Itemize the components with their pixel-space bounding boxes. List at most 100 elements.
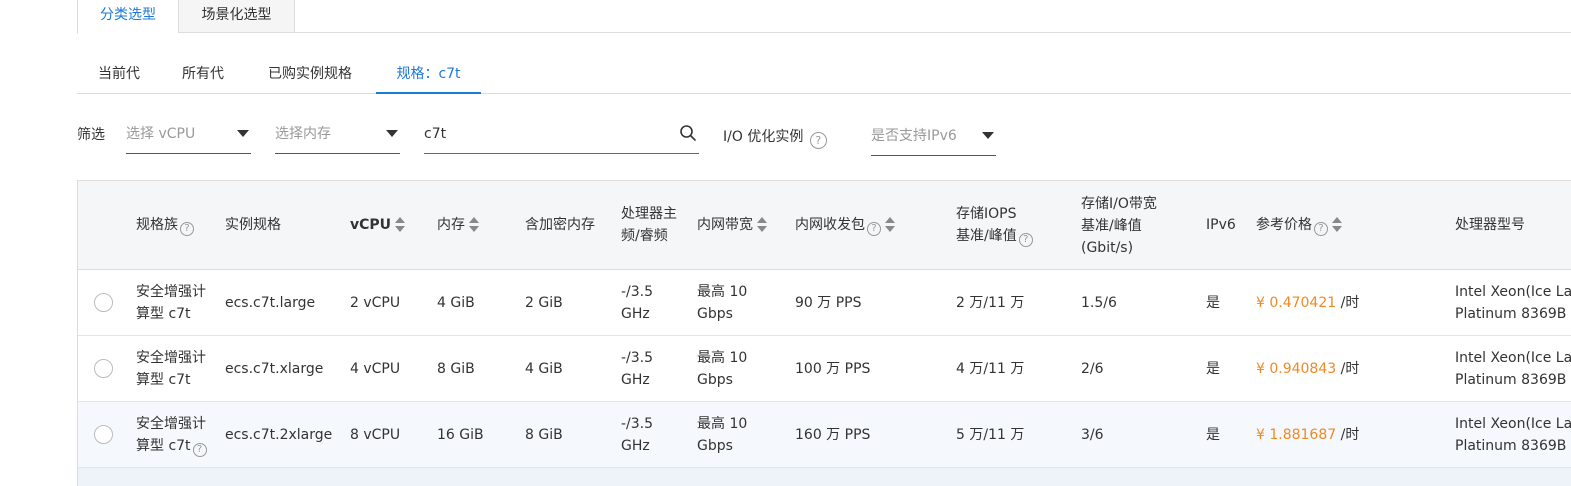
top-tab-bar: 分类选型 场景化选型: [77, 0, 1571, 34]
header-memory[interactable]: 内存: [437, 214, 479, 236]
cell-price: ¥ 0.940843 /时: [1256, 358, 1359, 380]
cell-frequency: -/3.5 GHz: [621, 281, 653, 325]
memory-select[interactable]: 选择内存: [275, 122, 400, 154]
cell-iops: 4 万/11 万: [956, 361, 1025, 377]
header-pps[interactable]: 内网收发包?: [795, 214, 895, 236]
cell-family-l1: 安全增强计: [136, 350, 206, 366]
cell-ipv6: 是: [1206, 427, 1220, 443]
cell-io-bandwidth: 3/6: [1081, 427, 1104, 443]
cell-family: 安全增强计 算型 c7t: [136, 281, 206, 325]
io-optimized-filter[interactable]: I/O 优化实例 ?: [723, 126, 827, 149]
header-bandwidth[interactable]: 内网带宽: [697, 214, 767, 236]
spec-search-input[interactable]: c7t: [424, 122, 699, 154]
sort-icon[interactable]: [469, 217, 479, 233]
cell-family-l2: 算型 c7t: [136, 438, 191, 454]
help-icon[interactable]: ?: [180, 222, 194, 236]
help-icon[interactable]: ?: [1314, 222, 1328, 236]
cell-bandwidth-l2: Gbps: [697, 438, 733, 454]
sort-icon[interactable]: [395, 217, 406, 233]
tab-current-generation[interactable]: 当前代: [77, 52, 161, 94]
cell-pps: 100 万 PPS: [795, 361, 871, 377]
cell-frequency: -/3.5 GHz: [621, 413, 653, 457]
cell-price: ¥ 1.881687 /时: [1256, 424, 1359, 446]
filter-label: 筛选: [77, 127, 105, 143]
help-icon[interactable]: ?: [1018, 233, 1033, 247]
cell-bandwidth-l1: 最高 10: [697, 416, 748, 432]
cell-encrypted-memory: 2 GiB: [525, 295, 563, 311]
cell-frequency-l2: GHz: [621, 306, 650, 322]
table-row[interactable]: 安全增强计 算型 c7t? ecs.c7t.2xlarge 8 vCPU 16 G…: [78, 402, 1571, 468]
header-io-bandwidth-l1: 存储I/O带宽: [1081, 196, 1157, 212]
cell-frequency-l1: -/3.5: [621, 350, 654, 366]
cell-iops: 2 万/11 万: [956, 295, 1025, 311]
tab-category-selection[interactable]: 分类选型: [77, 0, 178, 34]
header-family-label: 规格族: [136, 217, 178, 233]
cell-cpu-l2: Platinum 8369B: [1455, 438, 1567, 454]
price-value: ¥ 0.940843: [1256, 361, 1337, 377]
row-radio[interactable]: [94, 425, 113, 444]
ipv6-select-placeholder: 是否支持IPv6: [871, 128, 957, 144]
cell-frequency-l1: -/3.5: [621, 284, 654, 300]
tab-all-generations[interactable]: 所有代: [167, 52, 239, 94]
cell-pps: 90 万 PPS: [795, 295, 862, 311]
cell-cpu-l1: Intel Xeon(Ice Lake): [1455, 284, 1571, 300]
tab-spec-c7t[interactable]: 规格：c7t: [376, 52, 481, 94]
help-icon[interactable]: ?: [867, 222, 881, 236]
cell-bandwidth-l1: 最高 10: [697, 350, 748, 366]
cell-frequency-l2: GHz: [621, 372, 650, 388]
header-ipv6: IPv6: [1206, 217, 1236, 233]
cell-bandwidth-l2: Gbps: [697, 372, 733, 388]
price-unit: /时: [1340, 361, 1360, 377]
table-row[interactable]: 安全增强计 算型 c7t ecs.c7t.xlarge 4 vCPU 8 GiB …: [78, 336, 1571, 402]
header-iops-l1: 存储IOPS: [956, 206, 1017, 222]
price-unit: /时: [1340, 295, 1360, 311]
sort-icon[interactable]: [885, 217, 895, 233]
sort-icon[interactable]: [757, 217, 767, 233]
header-iops-l2: 基准/峰值: [956, 228, 1017, 244]
header-price[interactable]: 参考价格?: [1256, 214, 1342, 236]
header-memory-label: 内存: [437, 217, 465, 233]
table-row[interactable]: 安全增强计 算型 c7t ecs.c7t.large 2 vCPU 4 GiB 2…: [78, 270, 1571, 336]
row-radio[interactable]: [94, 359, 113, 378]
cell-cpu-l2: Platinum 8369B: [1455, 306, 1567, 322]
tab-scenario-selection[interactable]: 场景化选型: [178, 0, 295, 33]
header-pps-label: 内网收发包: [795, 217, 865, 233]
cell-family: 安全增强计 算型 c7t: [136, 347, 206, 391]
cell-vcpu: 2 vCPU: [350, 295, 401, 311]
cell-cpu-model: Intel Xeon(Ice Lake) Platinum 8369B: [1455, 347, 1571, 391]
cell-pps: 160 万 PPS: [795, 427, 871, 443]
table-header: 规格族? 实例规格 vCPU 内存 含加密内存 处理器主 频/睿频 内网带宽 内网…: [78, 181, 1571, 270]
price-unit: /时: [1340, 427, 1360, 443]
search-icon[interactable]: [679, 124, 697, 150]
vcpu-select[interactable]: 选择 vCPU: [126, 122, 251, 154]
header-vcpu-label: vCPU: [350, 217, 392, 233]
cell-spec: ecs.c7t.2xlarge: [225, 427, 333, 443]
cell-cpu-model: Intel Xeon(Ice Lake) Platinum 8369B: [1455, 413, 1571, 457]
ipv6-select[interactable]: 是否支持IPv6: [871, 124, 996, 156]
cell-frequency-l1: -/3.5: [621, 416, 654, 432]
cell-family-l1: 安全增强计: [136, 416, 206, 432]
cell-io-bandwidth: 2/6: [1081, 361, 1104, 377]
header-iops: 存储IOPS 基准/峰值?: [956, 203, 1033, 247]
cell-spec: ecs.c7t.xlarge: [225, 361, 324, 377]
cell-encrypted-memory: 8 GiB: [525, 427, 563, 443]
header-vcpu[interactable]: vCPU: [350, 214, 406, 236]
cell-io-bandwidth: 1.5/6: [1081, 295, 1117, 311]
table-row[interactable]: [78, 468, 1571, 486]
cell-family: 安全增强计算型 c7t?: [136, 413, 207, 457]
chevron-down-icon: [982, 132, 994, 139]
cell-bandwidth-l2: Gbps: [697, 306, 733, 322]
cell-spec: ecs.c7t.large: [225, 295, 316, 311]
sort-icon[interactable]: [1332, 217, 1342, 233]
row-radio[interactable]: [94, 293, 113, 312]
search-input-value: c7t: [424, 126, 447, 142]
cell-vcpu: 8 vCPU: [350, 427, 401, 443]
price-value: ¥ 0.470421: [1256, 295, 1337, 311]
tab-purchased-specs[interactable]: 已购实例规格: [253, 52, 367, 94]
cell-family-l1: 安全增强计: [136, 284, 206, 300]
help-icon[interactable]: ?: [809, 132, 827, 149]
header-frequency: 处理器主 频/睿频: [621, 203, 677, 247]
cell-iops: 5 万/11 万: [956, 427, 1025, 443]
help-icon[interactable]: ?: [192, 443, 207, 457]
cell-frequency-l2: GHz: [621, 438, 650, 454]
